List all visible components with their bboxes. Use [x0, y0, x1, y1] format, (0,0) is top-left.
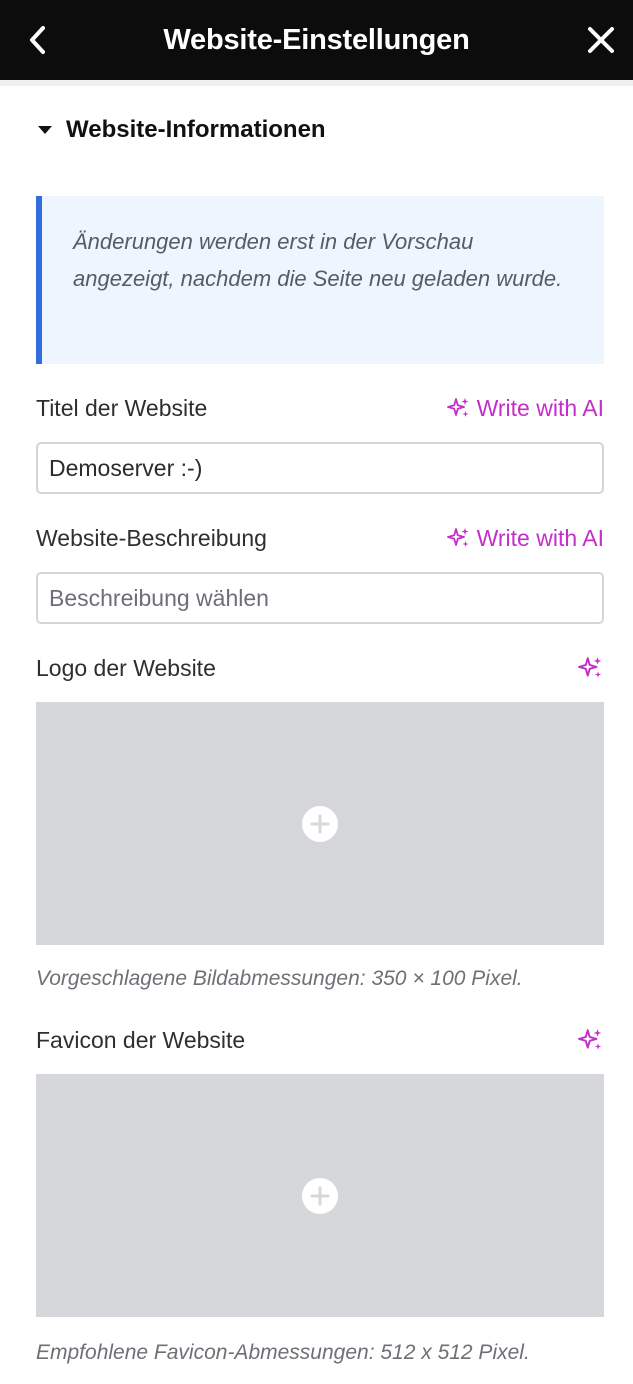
write-with-ai-label: Write with AI	[476, 394, 604, 421]
ai-sparkle-favicon-button[interactable]	[578, 1027, 604, 1053]
write-with-ai-description-button[interactable]: Write with AI	[446, 523, 604, 553]
site-description-label: Website-Beschreibung	[36, 524, 267, 551]
plus-icon	[310, 1186, 330, 1206]
section-title: Website-Informationen	[66, 116, 326, 143]
site-favicon-label: Favicon der Website	[36, 1026, 246, 1053]
page-title: Website-Einstellungen	[163, 23, 470, 56]
add-favicon-button[interactable]	[302, 1178, 338, 1214]
write-with-ai-label: Write with AI	[476, 524, 604, 551]
ai-sparkle-logo-button[interactable]	[578, 655, 604, 681]
site-favicon-hint: Empfohlene Favicon-Abmessungen: 512 x 51…	[36, 1341, 530, 1364]
site-description-input[interactable]	[36, 572, 604, 624]
caret-down-icon	[38, 126, 52, 134]
site-title-input[interactable]	[36, 442, 604, 494]
top-bar: Website-Einstellungen	[0, 0, 633, 80]
site-favicon-upload-area[interactable]	[36, 1074, 604, 1317]
header-divider	[0, 80, 633, 86]
site-logo-hint: Vorgeschlagene Bildabmessungen: 350 × 10…	[36, 967, 523, 990]
sparkle-icon	[446, 528, 469, 547]
sparkle-icon	[446, 398, 469, 417]
plus-icon	[310, 814, 330, 834]
section-toggle-website-info[interactable]: Website-Informationen	[36, 112, 326, 148]
notice-text: Änderungen werden erst in der Vorschau a…	[73, 229, 563, 291]
info-notice: Änderungen werden erst in der Vorschau a…	[36, 196, 604, 364]
close-button[interactable]	[583, 22, 619, 58]
close-icon	[588, 27, 614, 53]
site-title-label: Titel der Website	[36, 394, 208, 421]
site-logo-upload-area[interactable]	[36, 702, 604, 945]
write-with-ai-title-button[interactable]: Write with AI	[446, 393, 604, 423]
add-logo-button[interactable]	[302, 806, 338, 842]
site-logo-label: Logo der Website	[36, 654, 216, 681]
